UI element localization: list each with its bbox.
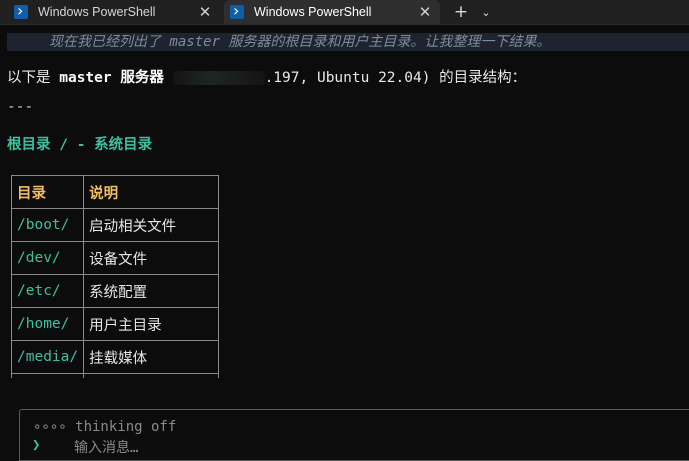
separator: --- xyxy=(7,99,34,115)
table-header-row: 目录 说明 xyxy=(10,175,220,209)
tab-title: Windows PowerShell xyxy=(38,5,156,19)
dir-description: 系统配置 xyxy=(83,274,220,308)
powershell-icon xyxy=(230,1,244,20)
table-row: /dev/ 设备文件 xyxy=(10,241,220,275)
close-icon[interactable]: ✕ xyxy=(416,3,434,21)
table-cell-empty xyxy=(83,373,220,378)
new-tab-button[interactable]: + xyxy=(450,0,472,24)
tab-title: Windows PowerShell xyxy=(254,5,372,19)
table-cell-empty xyxy=(10,373,85,378)
message-input-placeholder[interactable]: 输入消息… xyxy=(74,437,138,457)
section-title: 根目录 / - 系统目录 xyxy=(7,137,153,153)
dir-path: /home/ xyxy=(10,307,85,341)
thinking-message: 现在我已经列出了 master 服务器的根目录和用户主目录。让我整理一下结果。 xyxy=(7,33,689,51)
tab-powershell-1[interactable]: Windows PowerShell ✕ xyxy=(8,0,220,24)
column-header-desc: 说明 xyxy=(83,175,220,209)
directory-table: 目录 说明 /boot/ 启动相关文件 /dev/ 设备文件 /etc/ 系统配… xyxy=(10,175,220,378)
intro-suffix: , Ubuntu 22.04) 的目录结构： xyxy=(299,70,527,86)
table-row-partial xyxy=(10,373,220,378)
dir-description: 启动相关文件 xyxy=(83,208,220,242)
close-icon[interactable]: ✕ xyxy=(196,3,214,21)
dir-path: /media/ xyxy=(10,340,85,374)
dir-description: 设备文件 xyxy=(83,241,220,275)
intro-ip-tail: .197 xyxy=(264,70,300,86)
tab-bar: Windows PowerShell ✕ Windows PowerShell … xyxy=(0,0,689,25)
tab-powershell-2[interactable]: Windows PowerShell ✕ xyxy=(224,0,440,24)
column-header-dir: 目录 xyxy=(10,175,85,209)
intro-line: 以下是 master 服务器 .197, Ubuntu 22.04) 的目录结构… xyxy=(7,66,526,87)
dir-description: 用户主目录 xyxy=(83,307,220,341)
table-row: /media/ 挂载媒体 xyxy=(10,340,220,374)
table-row: /home/ 用户主目录 xyxy=(10,307,220,341)
redacted-ip xyxy=(172,71,265,85)
chevron-down-icon[interactable]: ⌄ xyxy=(476,0,496,24)
table-row: /boot/ 启动相关文件 xyxy=(10,208,220,242)
intro-prefix: 以下是 xyxy=(7,70,60,86)
table-row: /etc/ 系统配置 xyxy=(10,274,220,308)
powershell-icon xyxy=(14,1,28,20)
dir-path: /boot/ xyxy=(10,208,85,242)
dir-path: /etc/ xyxy=(10,274,85,308)
intro-server: master 服务器 xyxy=(59,70,164,86)
thinking-status: ∘∘∘∘ thinking off xyxy=(33,419,177,435)
dir-description: 挂载媒体 xyxy=(83,340,220,374)
dir-path: /dev/ xyxy=(10,241,85,275)
thinking-text: 现在我已经列出了 master 服务器的根目录和用户主目录。让我整理一下结果。 xyxy=(49,34,551,50)
message-input-box[interactable]: ∘∘∘∘ thinking off ❯ 输入消息… xyxy=(19,409,689,461)
